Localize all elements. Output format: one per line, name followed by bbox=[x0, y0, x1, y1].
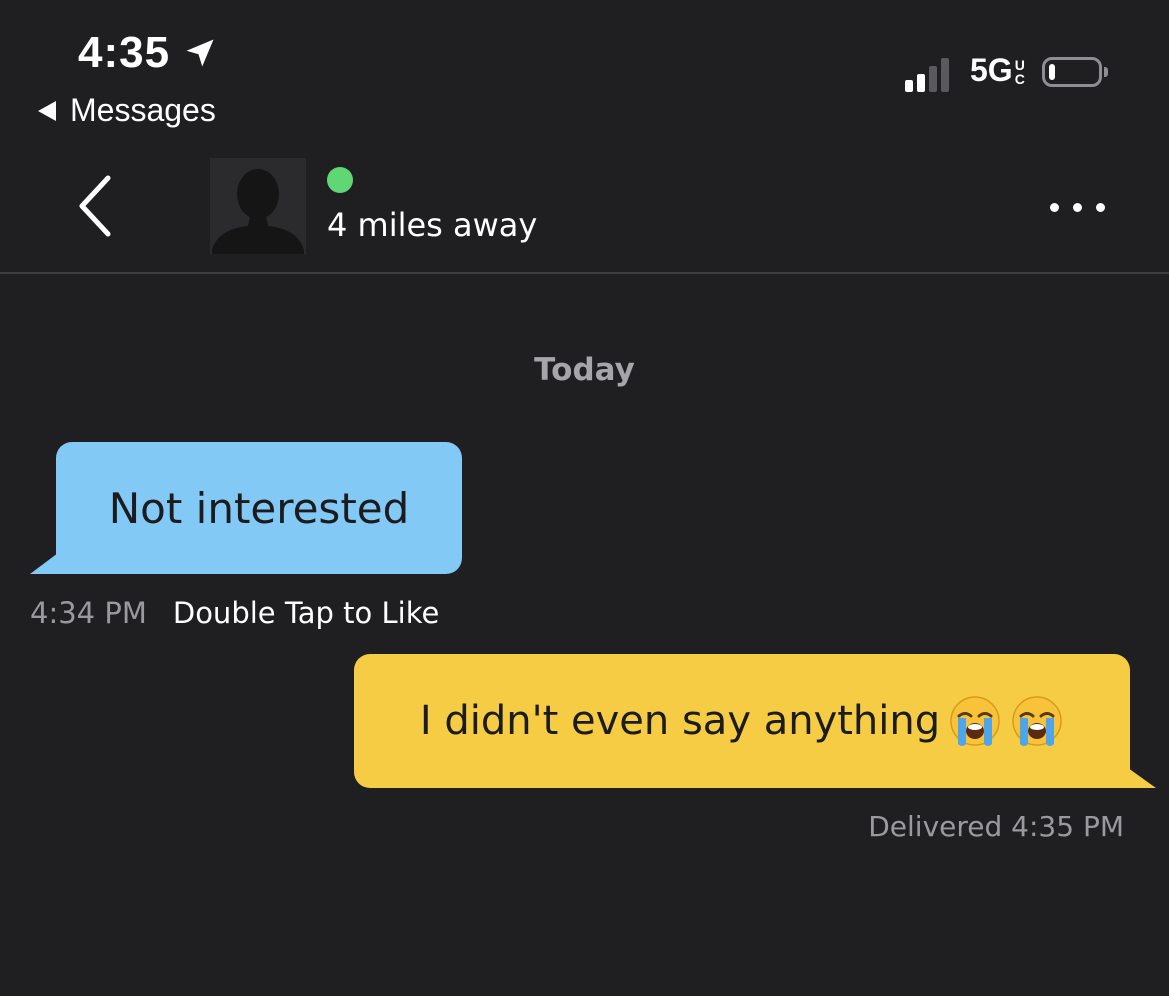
battery-tip bbox=[1104, 67, 1108, 77]
distance-label: 4 miles away bbox=[327, 206, 538, 244]
status-time-group: 4:35 bbox=[78, 28, 218, 78]
status-bar: 4:35 Messages 5G U C bbox=[0, 0, 1169, 140]
incoming-message-time: 4:34 PM bbox=[30, 596, 147, 630]
more-dot bbox=[1050, 202, 1059, 212]
default-profile-icon bbox=[210, 158, 306, 254]
more-options-button[interactable] bbox=[1050, 195, 1120, 219]
back-to-messages-label: Messages bbox=[70, 92, 216, 128]
network-type: 5G U C bbox=[970, 52, 1025, 89]
signal-bar bbox=[917, 74, 925, 92]
incoming-message-text: Not interested bbox=[108, 483, 410, 533]
date-divider: Today bbox=[534, 352, 635, 388]
loudly-crying-face-icon bbox=[1012, 696, 1062, 746]
network-label: 5G bbox=[970, 52, 1013, 88]
incoming-message-meta: 4:34 PM Double Tap to Like bbox=[30, 596, 439, 630]
network-suffix-bottom: C bbox=[1014, 71, 1025, 87]
delivery-status: Delivered 4:35 PM bbox=[868, 810, 1124, 843]
loudly-crying-face-icon bbox=[950, 696, 1000, 746]
emoji-group bbox=[940, 694, 1064, 748]
more-dot bbox=[1096, 202, 1105, 212]
battery-icon bbox=[1042, 57, 1102, 87]
status-time: 4:35 bbox=[78, 28, 171, 77]
network-suffix: U C bbox=[1015, 58, 1025, 86]
outgoing-message-text: I didn't even say anything bbox=[419, 698, 941, 744]
double-tap-like-hint[interactable]: Double Tap to Like bbox=[173, 596, 439, 630]
network-suffix-top: U bbox=[1014, 57, 1025, 73]
avatar[interactable] bbox=[210, 158, 306, 254]
battery-level bbox=[1049, 64, 1055, 80]
signal-bar bbox=[929, 66, 937, 92]
location-arrow-icon bbox=[186, 39, 214, 67]
outgoing-message-content: I didn't even say anything bbox=[354, 654, 1130, 788]
signal-bar bbox=[905, 80, 913, 92]
chat-header: 4 miles away bbox=[0, 140, 1169, 274]
back-triangle-icon bbox=[38, 100, 56, 121]
back-to-messages-link[interactable]: Messages bbox=[38, 92, 216, 129]
cellular-signal-icon bbox=[905, 56, 949, 92]
signal-bar bbox=[941, 58, 949, 92]
online-status-dot bbox=[327, 167, 353, 193]
more-dot bbox=[1073, 202, 1082, 212]
back-chevron-icon[interactable] bbox=[70, 170, 130, 242]
